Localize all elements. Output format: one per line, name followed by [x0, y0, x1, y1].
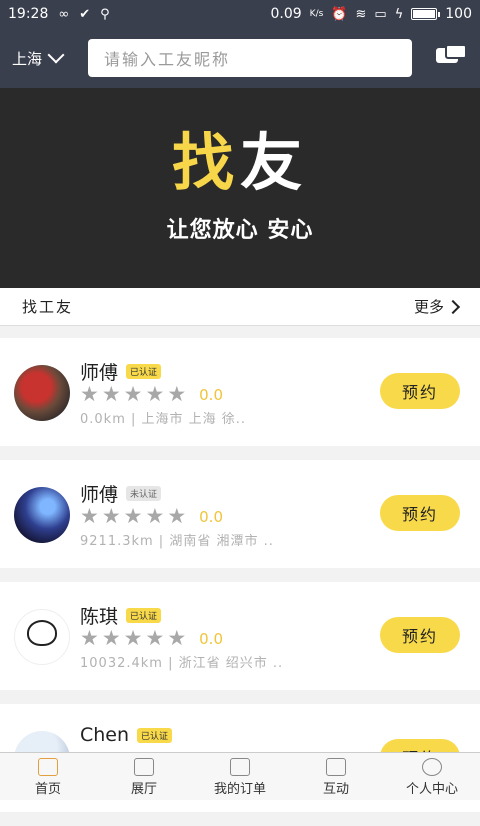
screen-icon: ▭	[374, 6, 387, 22]
star-icon: ★	[80, 626, 99, 650]
nav-showroom[interactable]: 展厅	[96, 753, 192, 800]
nav-orders[interactable]: 我的订单	[192, 753, 288, 800]
worker-name: 陈琪	[80, 606, 119, 628]
worker-location: 9211.3km | 湖南省 湘潭市 ..	[80, 534, 274, 549]
nav-label: 个人中心	[405, 782, 458, 797]
verified-badge: 已认证	[126, 608, 162, 623]
verified-badge: 已认证	[126, 364, 162, 379]
avatar	[14, 609, 70, 665]
search-placeholder: 请输入工友昵称	[104, 50, 231, 69]
book-button[interactable]: 预约	[380, 617, 460, 653]
worker-name-row: 师傅 已认证	[80, 358, 162, 385]
nav-interact[interactable]: 互动	[288, 753, 384, 800]
worker-name: Chen	[80, 724, 130, 746]
verified-badge: 已认证	[137, 727, 173, 743]
star-icon: ★	[123, 382, 143, 406]
rating: ★ ★ ★ ★ ★ 0.0	[80, 384, 223, 405]
worker-name-row: 师傅 未认证	[80, 480, 162, 507]
worker-location: 0.0km | 上海市 上海 徐..	[80, 412, 247, 427]
rating: ★ ★ ★ ★ ★ 0.0	[80, 506, 223, 527]
battery-level: 100	[445, 6, 472, 22]
search-input[interactable]: 请输入工友昵称	[88, 39, 412, 77]
worker-name: 师傅	[80, 484, 119, 506]
book-button[interactable]: 预约	[380, 495, 460, 531]
usb-icon: ⚲	[100, 6, 110, 22]
battery-icon	[411, 8, 441, 20]
order-icon	[230, 758, 250, 776]
bottom-nav: 首页 展厅 我的订单 互动 个人中心	[0, 752, 480, 800]
star-icon: ★	[167, 626, 187, 650]
worker-location: 10032.4km | 浙江省 绍兴市 ..	[80, 656, 284, 671]
infinity-icon: ∞	[58, 6, 70, 22]
banner-title: 找友	[172, 132, 308, 194]
worker-name-row: 陈琪 已认证	[80, 602, 162, 629]
chevron-down-icon	[47, 46, 65, 64]
rating-score: 0.0	[199, 629, 223, 648]
star-icon: ★	[145, 382, 165, 406]
banner-title-part1: 找	[171, 126, 240, 199]
book-button[interactable]: 预约	[380, 373, 460, 409]
net-speed: 0.09	[270, 6, 302, 22]
chevron-right-icon	[445, 299, 461, 314]
worker-name: 师傅	[80, 362, 119, 384]
worker-card[interactable]: 陈琪 已认证 ★ ★ ★ ★ ★ 0.0 10032.4km | 浙江省 绍兴市…	[0, 582, 480, 690]
banner-title-part2: 友	[240, 126, 309, 199]
star-icon: ★	[101, 504, 121, 528]
rating: ★ ★ ★ ★ ★ 0.0	[80, 628, 223, 649]
status-time: 19:28	[8, 6, 49, 22]
net-unit: K/s	[309, 9, 324, 19]
more-link[interactable]: 更多	[413, 296, 461, 317]
nav-label: 展厅	[130, 782, 157, 797]
star-icon: ★	[123, 626, 143, 650]
nav-profile[interactable]: 个人中心	[384, 753, 480, 800]
worker-card[interactable]: 师傅 已认证 ★ ★ ★ ★ ★ 0.0 0.0km | 上海市 上海 徐.. …	[0, 338, 480, 446]
nav-label: 首页	[34, 782, 61, 797]
star-icon: ★	[145, 626, 165, 650]
alarm-icon: ⏰	[331, 6, 348, 22]
star-icon: ★	[167, 382, 187, 406]
city-selector[interactable]: 上海	[12, 46, 78, 69]
unverified-badge: 未认证	[126, 486, 162, 501]
star-icon: ★	[167, 504, 187, 528]
nav-label: 我的订单	[213, 782, 266, 797]
star-icon: ★	[80, 504, 99, 528]
avatar	[14, 365, 70, 421]
banner-subtitle: 让您放心 安心	[166, 218, 314, 243]
grid-icon	[134, 758, 154, 776]
worker-card[interactable]: 师傅 未认证 ★ ★ ★ ★ ★ 0.0 9211.3km | 湖南省 湘潭市 …	[0, 460, 480, 568]
section-title: 找工友	[22, 298, 74, 316]
more-label: 更多	[413, 298, 444, 316]
star-icon: ★	[145, 504, 165, 528]
section-header: 找工友 更多	[0, 288, 480, 326]
rating-score: 0.0	[199, 385, 223, 404]
chat-icon	[326, 758, 346, 776]
city-label: 上海	[12, 49, 43, 68]
star-icon: ★	[101, 626, 121, 650]
nav-home[interactable]: 首页	[0, 753, 96, 800]
star-icon: ★	[101, 382, 121, 406]
charging-icon: ϟ	[394, 6, 404, 22]
nav-label: 互动	[322, 782, 349, 797]
rating-score: 0.0	[199, 507, 223, 526]
star-icon: ★	[80, 382, 99, 406]
avatar	[14, 487, 70, 543]
person-icon	[422, 758, 442, 776]
wifi-icon: ≋	[355, 6, 367, 22]
top-bar: 上海 请输入工友昵称	[0, 28, 480, 88]
status-bar: 19:28 ∞ ✔ ⚲ 0.09 K/s ⏰ ≋ ▭ ϟ 100	[0, 0, 480, 28]
worker-name-row: Chen 已认证	[80, 724, 173, 746]
messages-icon[interactable]	[436, 44, 468, 72]
check-icon: ✔	[79, 6, 91, 22]
home-icon	[38, 758, 58, 776]
promo-banner[interactable]: 找友 让您放心 安心	[0, 88, 480, 288]
star-icon: ★	[123, 504, 143, 528]
